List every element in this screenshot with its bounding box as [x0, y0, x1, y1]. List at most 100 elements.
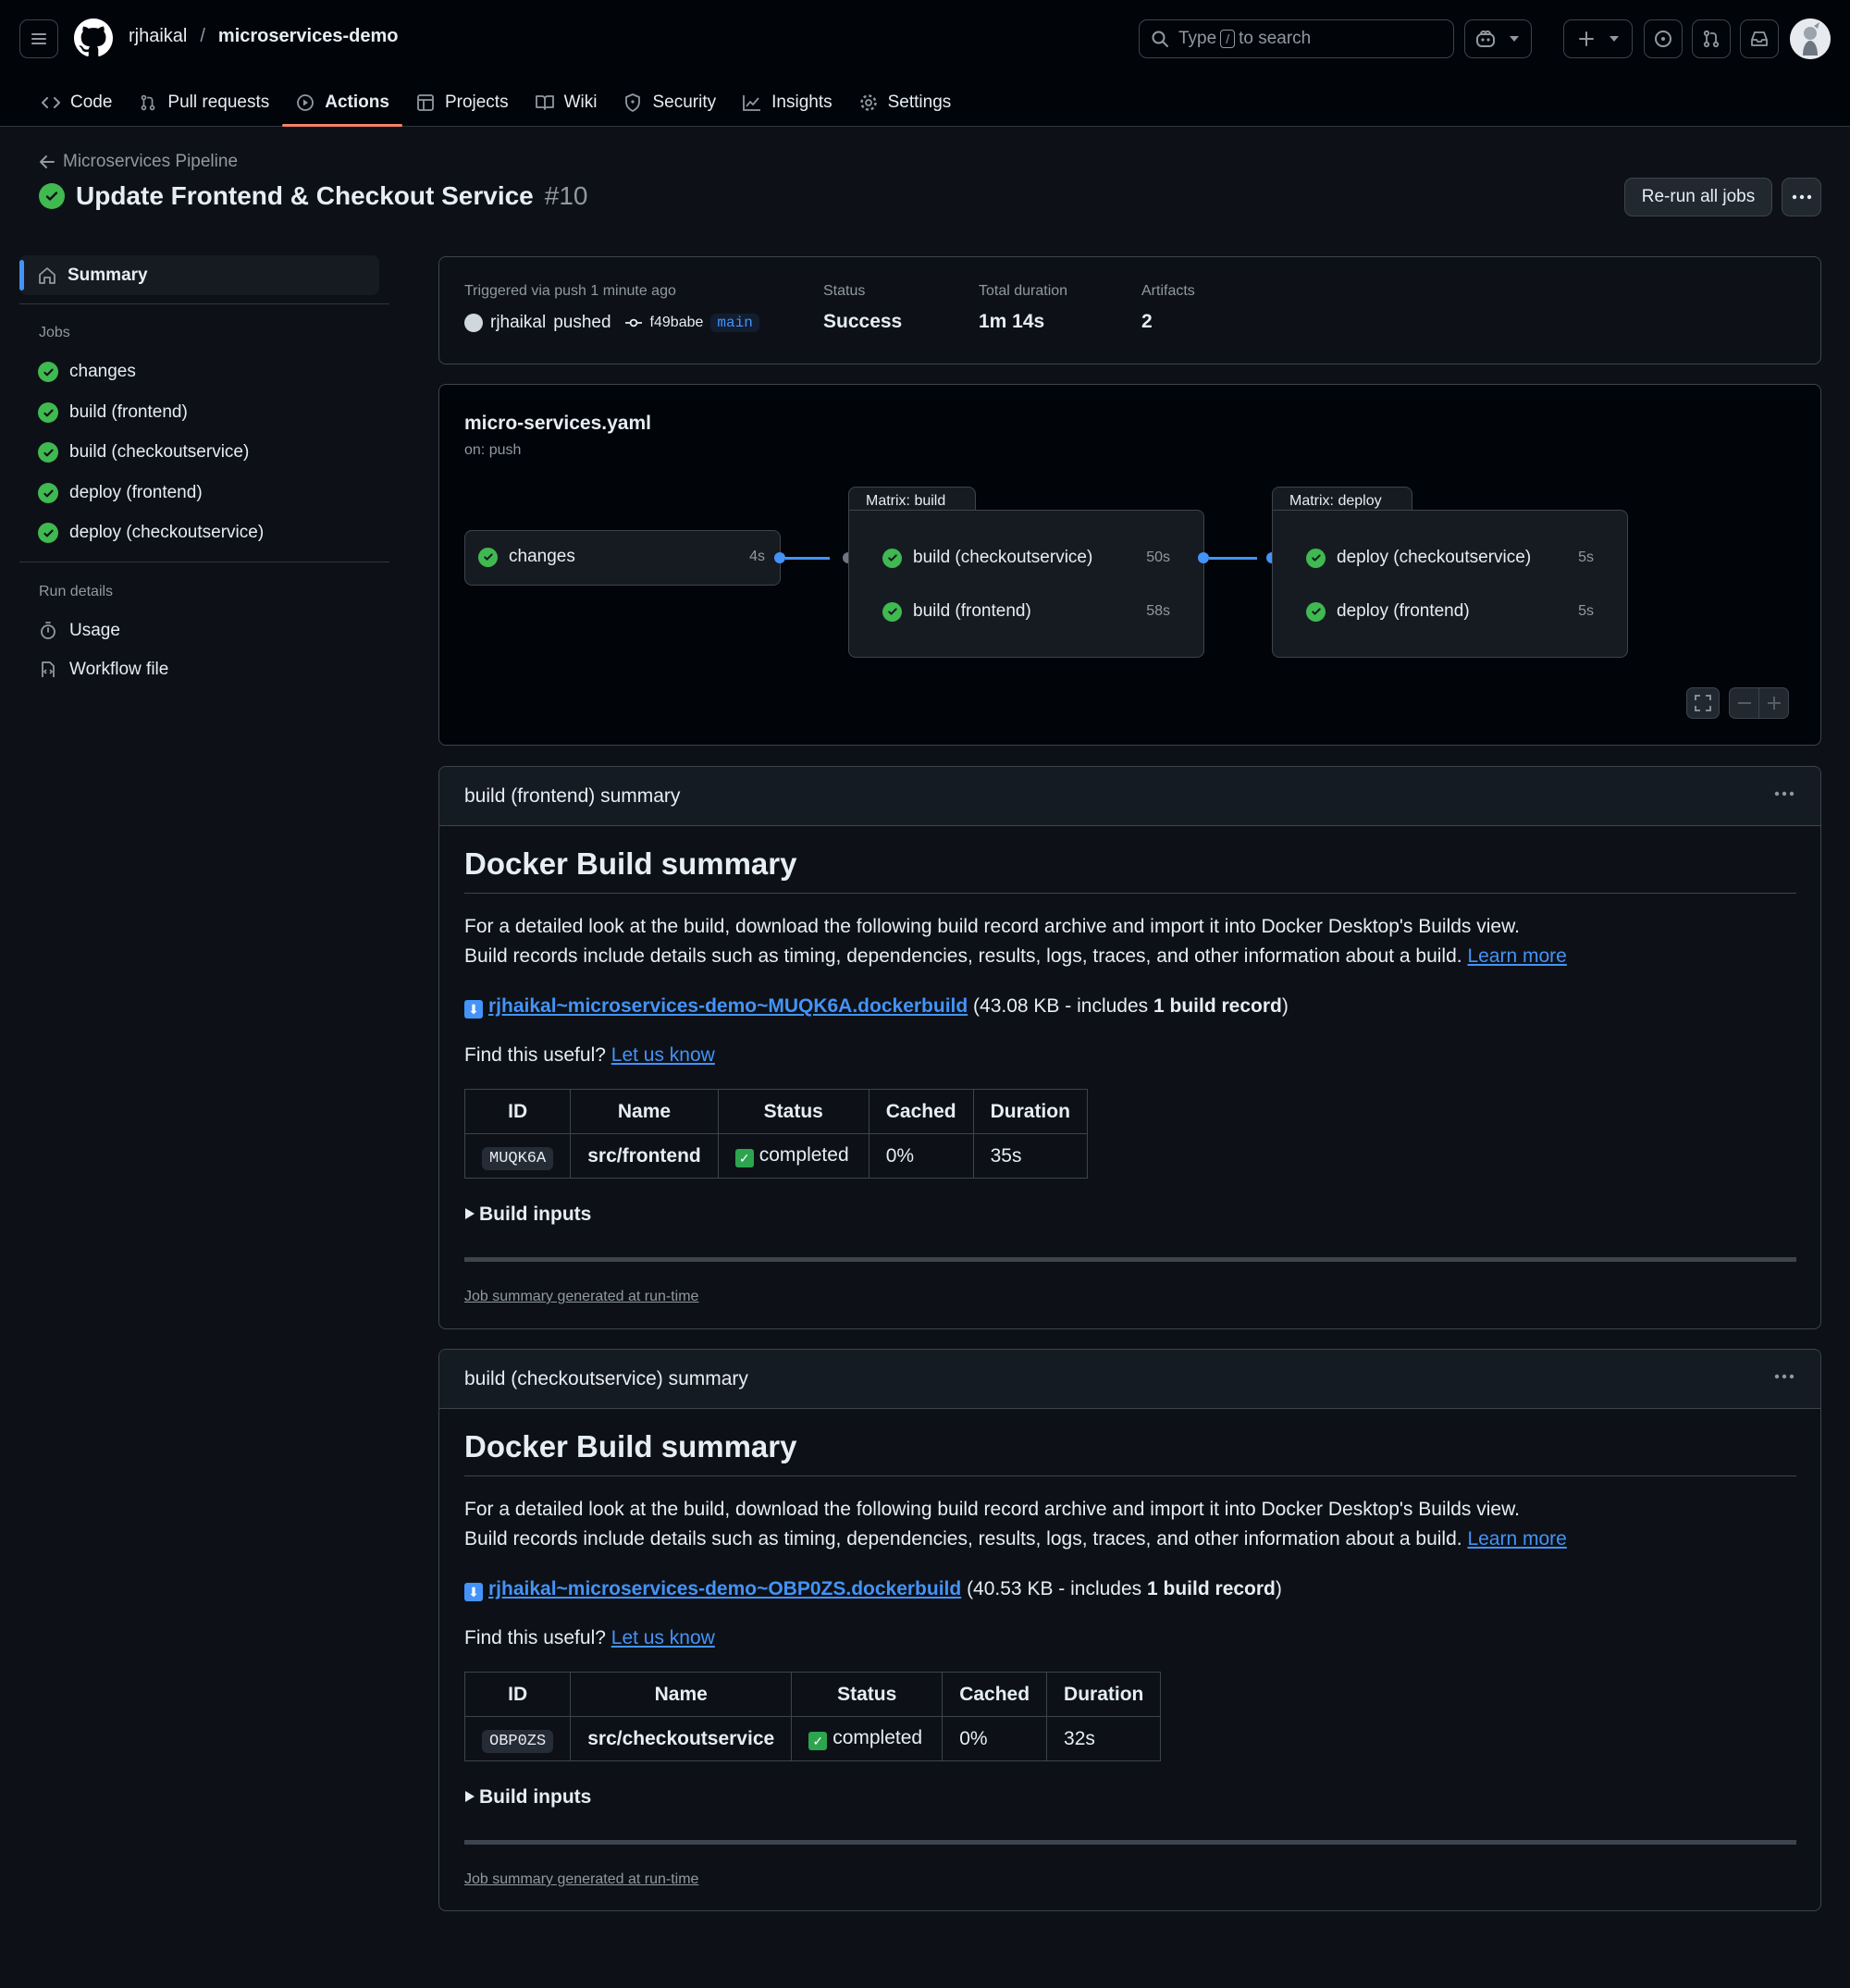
search-input[interactable]: Type / to search — [1139, 19, 1454, 58]
graph-job-build-frontend[interactable]: build (frontend) — [882, 601, 1031, 622]
summary-footer-link[interactable]: Job summary generated at run-time — [464, 1289, 698, 1305]
run-more-options-button[interactable] — [1782, 178, 1821, 216]
sidebar-item-label: deploy (checkoutservice) — [69, 523, 265, 542]
build-record-download-link[interactable]: rjhaikal~microservices-demo~MUQK6A.docke… — [488, 995, 968, 1017]
sidebar-item-usage[interactable]: Usage — [38, 617, 120, 645]
commit-sha-link[interactable]: f49babe — [650, 315, 704, 331]
column-header: Status — [791, 1672, 944, 1717]
tab-wiki[interactable]: Wiki — [522, 81, 610, 124]
repo-name-link[interactable]: microservices-demo — [218, 26, 399, 47]
tab-code[interactable]: Code — [28, 81, 125, 124]
check-circle-icon — [478, 547, 498, 567]
fullscreen-button[interactable] — [1686, 687, 1720, 719]
user-avatar[interactable] — [1790, 19, 1831, 59]
tab-projects[interactable]: Projects — [402, 81, 522, 124]
build-record-line: ⬇ rjhaikal~microservices-demo~OBP0ZS.dock… — [464, 1574, 1282, 1604]
summary-footer-link[interactable]: Job summary generated at run-time — [464, 1871, 698, 1888]
build-inputs-toggle[interactable]: Build inputs — [464, 1204, 591, 1226]
tab-label: Insights — [771, 93, 832, 112]
actor-name[interactable]: rjhaikal — [490, 313, 546, 333]
sidebar-job-changes[interactable]: changes — [38, 358, 136, 386]
back-to-workflow-link[interactable]: Microservices Pipeline — [39, 152, 238, 172]
divider — [464, 1257, 1796, 1262]
column-header: Name — [570, 1672, 793, 1717]
github-logo-icon[interactable] — [74, 19, 113, 57]
sidebar-item-summary[interactable]: Summary — [19, 255, 379, 295]
copilot-button[interactable] — [1464, 19, 1532, 58]
create-new-button[interactable] — [1563, 19, 1633, 58]
graph-job-name: deploy (checkoutservice) — [1337, 548, 1532, 567]
sidebar-job-build-checkoutservice[interactable]: build (checkoutservice) — [38, 438, 249, 466]
build-status-cell: ✓ completed — [791, 1716, 944, 1761]
run-details-heading: Run details — [39, 584, 114, 599]
sidebar-item-label: build (frontend) — [69, 402, 188, 422]
matrix-deploy-group: deploy (checkoutservice) 5s deploy (fron… — [1272, 510, 1628, 658]
build-record-download-link[interactable]: rjhaikal~microservices-demo~OBP0ZS.docke… — [488, 1578, 961, 1599]
build-name-cell: src/frontend — [570, 1133, 719, 1179]
job-summary-build-checkoutservice: build (checkoutservice) summary Docker B… — [438, 1349, 1821, 1911]
build-inputs-toggle[interactable]: Build inputs — [464, 1786, 591, 1809]
workflow-graph: micro-services.yaml on: push changes 4s … — [438, 384, 1821, 746]
build-duration-cell: 32s — [1046, 1716, 1162, 1761]
job-summary-build-frontend: build (frontend) summary Docker Build su… — [438, 766, 1821, 1329]
graph-job-build-checkoutservice[interactable]: build (checkoutservice) — [882, 548, 1092, 568]
pull-requests-button[interactable] — [1692, 19, 1731, 58]
tab-settings[interactable]: Settings — [845, 81, 965, 124]
sidebar-job-build-frontend[interactable]: build (frontend) — [38, 399, 188, 426]
summary-more-button[interactable] — [1774, 780, 1794, 814]
let-us-know-link[interactable]: Let us know — [611, 1627, 715, 1648]
issues-button[interactable] — [1644, 19, 1683, 58]
screen-full-icon — [1695, 695, 1711, 711]
back-label: Microservices Pipeline — [63, 152, 239, 171]
tab-label: Pull requests — [167, 93, 270, 112]
global-header: rjhaikal / microservices-demo Type / to se… — [0, 0, 1850, 127]
sidebar-item-workflow-file[interactable]: Workflow file — [38, 656, 168, 684]
description-line: Build records include details such as ti… — [464, 1528, 1567, 1550]
graph-job-deploy-checkoutservice[interactable]: deploy (checkoutservice) — [1306, 548, 1531, 568]
artifacts-label: Artifacts — [1141, 283, 1195, 299]
sidebar-job-deploy-checkoutservice[interactable]: deploy (checkoutservice) — [38, 519, 264, 547]
learn-more-link[interactable]: Learn more — [1467, 1528, 1566, 1550]
zoom-in-button[interactable] — [1758, 687, 1789, 719]
status-value: Success — [823, 311, 903, 332]
let-us-know-link[interactable]: Let us know — [611, 1044, 715, 1066]
book-icon — [535, 95, 554, 110]
avatar-illustration-icon — [1790, 19, 1831, 59]
inbox-button[interactable] — [1740, 19, 1779, 58]
graph-job-deploy-frontend[interactable]: deploy (frontend) — [1306, 601, 1470, 622]
hamburger-icon — [31, 33, 46, 44]
graph-connector-dot — [1198, 552, 1209, 563]
summary-more-button[interactable] — [1774, 1363, 1794, 1397]
tab-insights[interactable]: Insights — [729, 81, 845, 124]
graph-job-name: build (frontend) — [913, 601, 1031, 621]
check-circle-icon — [38, 523, 58, 543]
menu-button[interactable] — [19, 19, 58, 58]
tab-label: Actions — [325, 93, 389, 112]
sidebar-item-label: Summary — [68, 265, 148, 285]
tab-actions[interactable]: Actions — [282, 81, 402, 127]
repo-owner-link[interactable]: rjhaikal — [129, 26, 187, 47]
tab-label: Projects — [444, 93, 509, 112]
column-header: ID — [463, 1089, 572, 1134]
summary-title: build (frontend) summary — [464, 785, 681, 807]
tab-security[interactable]: Security — [610, 81, 729, 124]
artifacts-count-link[interactable]: 2 — [1141, 311, 1153, 333]
trigger-info: Triggered via push 1 minute ago — [464, 283, 676, 299]
rerun-all-jobs-button[interactable]: Re-run all jobs — [1624, 178, 1772, 216]
column-header: Status — [717, 1089, 870, 1134]
file-code-icon — [42, 661, 55, 677]
sidebar-job-deploy-frontend[interactable]: deploy (frontend) — [38, 479, 203, 507]
caret-down-icon — [1510, 36, 1519, 42]
table-header-row: ID Name Status Cached Duration — [463, 1089, 1088, 1134]
branch-label[interactable]: main — [710, 314, 759, 332]
actor-avatar[interactable] — [464, 314, 483, 332]
graph-icon — [743, 95, 761, 111]
tab-pull-requests[interactable]: Pull requests — [125, 81, 282, 124]
zoom-out-button[interactable] — [1729, 687, 1759, 719]
learn-more-link[interactable]: Learn more — [1467, 945, 1566, 967]
triangle-right-icon — [465, 1208, 475, 1219]
column-header: Duration — [972, 1089, 1088, 1134]
column-header: Cached — [868, 1089, 974, 1134]
column-header: Duration — [1046, 1672, 1162, 1717]
graph-job-changes[interactable]: changes 4s — [464, 530, 781, 586]
